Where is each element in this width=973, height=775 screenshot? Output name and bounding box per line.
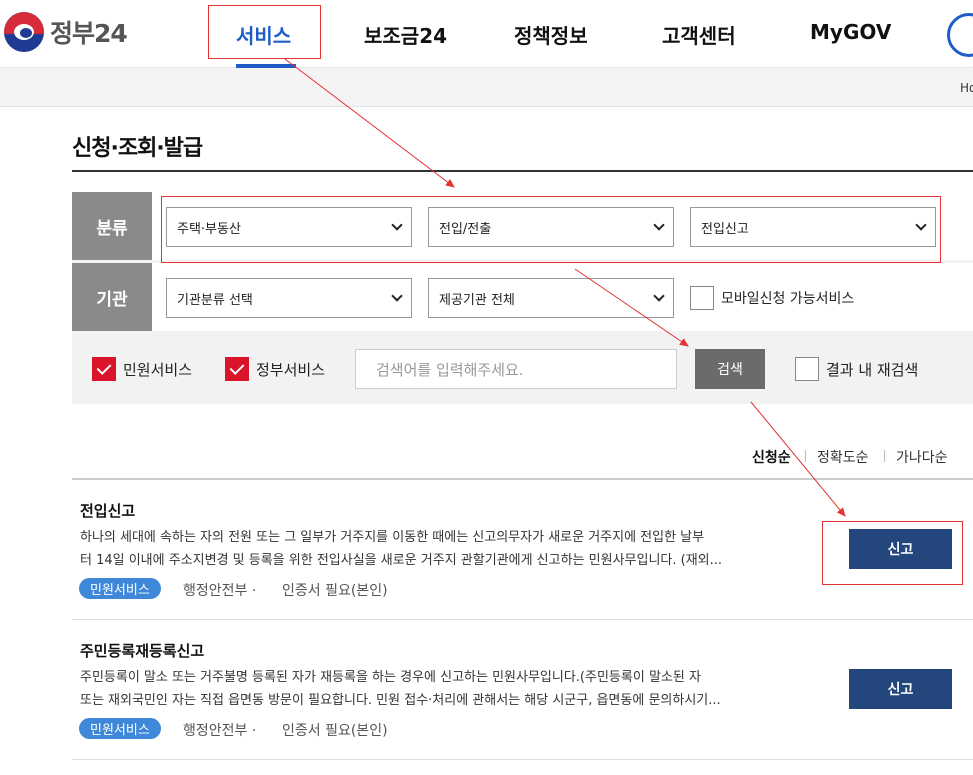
annotation-arrow — [750, 401, 846, 517]
annotation-arrows — [284, 58, 846, 517]
annotation-arrow — [284, 58, 455, 188]
annotation-arrow — [574, 268, 689, 347]
